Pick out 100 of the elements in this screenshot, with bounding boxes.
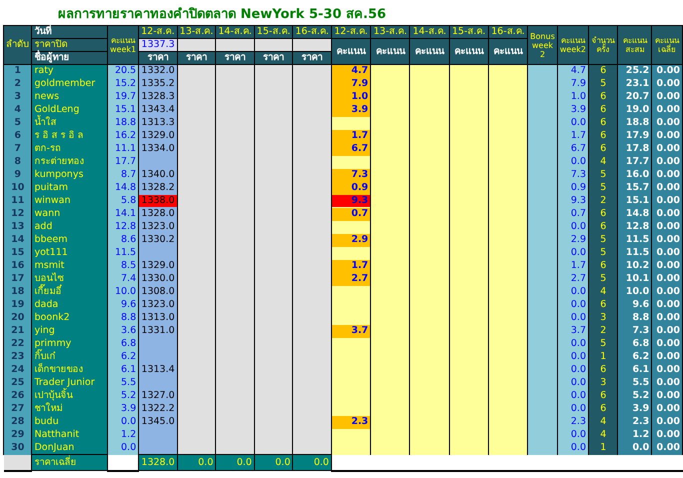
name-cell: primmy (32, 338, 108, 350)
header-cell: คะแนน (449, 38, 488, 64)
total-cell: 17.9 (618, 130, 652, 142)
header-cell: ชื่อผู้ทาย (32, 52, 108, 64)
name-cell: ying (32, 324, 108, 338)
score-cell: 1.7 (331, 130, 371, 142)
name-cell: ชาใหม่ (32, 402, 108, 416)
name-cell: GoldLeng (32, 104, 108, 116)
total-cell: 2.3 (618, 416, 652, 428)
total-cell: 10.0 (618, 286, 652, 298)
name-cell: budu (32, 416, 108, 428)
price-cell: 1340.0 (138, 168, 178, 182)
rank-cell: 7 (4, 142, 32, 156)
score-cell: 2.3 (331, 416, 371, 428)
name-cell: goldmember (32, 78, 108, 90)
total-cell: 11.5 (618, 246, 652, 260)
rank-cell: 30 (4, 442, 32, 454)
score-cell: 1.0 (331, 90, 371, 104)
total-cell: 15.7 (618, 182, 652, 194)
score-cell: 2.9 (331, 234, 371, 246)
total-cell: 19.0 (618, 104, 652, 116)
total-cell: 11.5 (618, 234, 652, 246)
price-cell: 1313.3 (138, 116, 178, 130)
rank-cell: 24 (4, 364, 32, 376)
average-price-cell: 0.0 (292, 454, 332, 470)
rank-cell: 21 (4, 324, 32, 338)
price-cell: 1328.3 (138, 90, 178, 104)
header-cell: 15-ส.ค. (449, 26, 488, 38)
header-cell: ราคา (216, 52, 254, 64)
score-cell: 3.7 (331, 324, 371, 338)
average-price-cell: 0.0 (254, 454, 293, 470)
rank-cell: 2 (4, 78, 32, 90)
total-cell: 0.0 (618, 442, 652, 454)
total-cell: 10.1 (618, 272, 652, 286)
price-cell: 1345.0 (138, 416, 178, 428)
rank-cell: 12 (4, 208, 32, 220)
rank-cell: 26 (4, 390, 32, 402)
header-cell: คะแนน week1 (108, 26, 139, 64)
total-cell: 6.1 (618, 364, 652, 376)
total-cell: 14.8 (618, 208, 652, 220)
price-cell: 1308.0 (138, 286, 178, 298)
score-cell: 0.7 (331, 208, 371, 220)
total-cell: 17.7 (618, 156, 652, 168)
total-cell: 10.2 (618, 260, 652, 272)
total-cell: 25.2 (618, 64, 652, 78)
rank-cell: 8 (4, 156, 32, 168)
header-cell: คะแนน (410, 38, 450, 64)
average-price-cell: 0.0 (177, 454, 216, 470)
rank-cell: 4 (4, 104, 32, 116)
name-cell: ตก-รถ (32, 142, 108, 156)
header-cell: จำนวนครั้ง (588, 26, 618, 64)
rank-cell: 5 (4, 116, 32, 130)
rank-cell: 14 (4, 234, 32, 246)
total-cell: 3.9 (618, 402, 652, 416)
header-cell: คะแนน (370, 38, 410, 64)
total-cell: 1.2 (618, 428, 652, 442)
header-cell: คะแนน (331, 38, 371, 64)
price-cell: 1334.0 (138, 142, 178, 156)
header-cell: 12-ส.ค. (138, 26, 178, 38)
header-cell: คะแนนสะสม (618, 26, 652, 64)
price-cell: 1328.2 (138, 182, 178, 194)
price-cell: 1332.0 (138, 64, 178, 78)
name-cell: msmit (32, 260, 108, 272)
name-cell: puitam (32, 182, 108, 194)
rank-cell: 3 (4, 90, 32, 104)
close-price-cell: 1337.3 (138, 38, 178, 52)
rank-cell: 22 (4, 338, 32, 350)
header-cell: 13-ส.ค. (370, 26, 410, 38)
header-cell: ราคาปิด (32, 38, 108, 52)
rank-cell: 16 (4, 260, 32, 272)
name-cell: น้ำใส (32, 116, 108, 130)
rank-cell: 27 (4, 402, 32, 416)
name-cell: add (32, 220, 108, 234)
header-cell: 14-ส.ค. (216, 26, 254, 38)
total-cell: 6.8 (618, 338, 652, 350)
total-cell: 16.0 (618, 168, 652, 182)
average-price-cell: 1328.0 (138, 454, 178, 470)
price-cell: 1330.0 (138, 272, 178, 286)
price-cell: 1343.4 (138, 104, 178, 116)
total-cell: 15.1 (618, 194, 652, 208)
score-cell: 4.7 (331, 64, 371, 78)
header-cell: Bonus week 2 (528, 26, 558, 64)
total-cell: 18.8 (618, 116, 652, 130)
header-cell: ราคา (254, 52, 293, 64)
price-cell: 1338.0 (139, 195, 177, 207)
score-cell: 3.9 (331, 104, 371, 116)
rank-cell: 10 (4, 182, 32, 194)
total-cell: 5.5 (618, 376, 652, 390)
header-cell: คะแนน (488, 38, 528, 64)
name-cell: dada (32, 298, 108, 312)
header-cell: วันที่ (32, 26, 108, 38)
rank-cell: 18 (4, 286, 32, 298)
name-cell: เด็กขายของ (32, 364, 108, 376)
name-cell: กิ๊บเก๋ (32, 350, 108, 364)
total-cell: 17.8 (618, 142, 652, 156)
report-title: ผลการทายราคาทองคำปิดตลาด NewYork 5-30 สค.56 (57, 6, 388, 24)
price-cell: 1330.2 (138, 234, 178, 246)
score-cell: 9.3 (332, 195, 370, 207)
rank-cell: 19 (4, 298, 32, 312)
price-cell: 1323.0 (138, 220, 178, 234)
